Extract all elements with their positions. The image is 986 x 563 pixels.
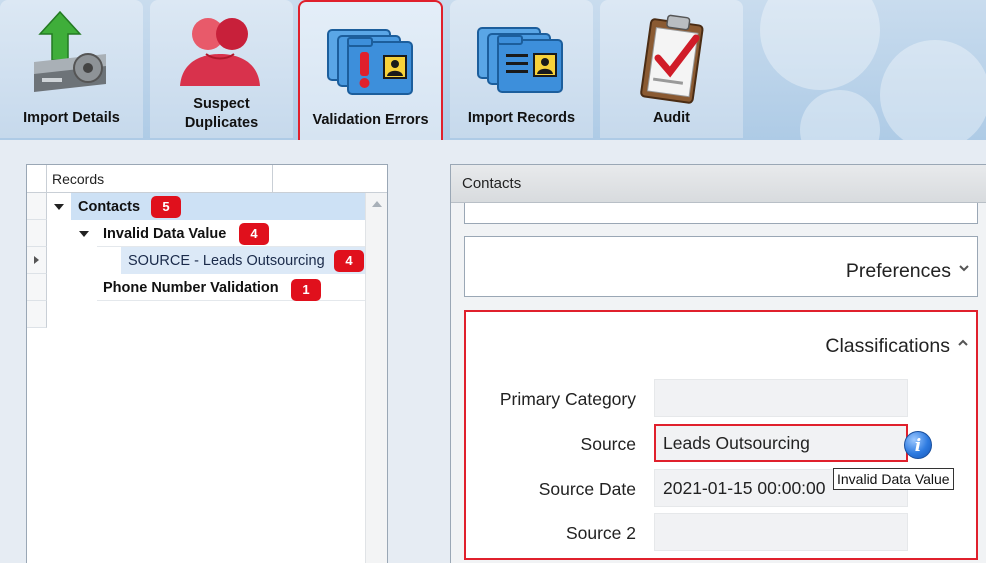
- tab-label: Validation Errors: [312, 112, 429, 128]
- background-puzzle: [880, 40, 986, 140]
- header-selector-cell: [27, 165, 47, 192]
- primary-category-field[interactable]: [654, 379, 908, 417]
- tree-row-source-leads-outsourcing[interactable]: SOURCE - Leads Outsourcing 4: [47, 247, 365, 274]
- tree-row-label: Phone Number Validation: [103, 280, 279, 296]
- tab-label: Import Records: [467, 110, 576, 126]
- classifications-title[interactable]: Classifications: [825, 335, 950, 358]
- tab-label: Audit: [652, 110, 691, 126]
- error-count-badge: 1: [291, 279, 321, 301]
- expand-chevron-icon[interactable]: [54, 204, 64, 210]
- validation-folders-icon: [327, 29, 413, 95]
- row-selector[interactable]: [27, 220, 47, 247]
- records-tree-grid: Records Contacts 5 Invalid Data Value 4 …: [26, 164, 388, 563]
- chevron-up-icon[interactable]: [957, 337, 969, 352]
- duplicate-people-icon: [180, 18, 260, 86]
- row-selector[interactable]: [27, 247, 47, 274]
- ribbon-toolbar: Import Details Suspect Duplicates Valida…: [0, 0, 986, 140]
- disk-import-icon: [34, 10, 106, 92]
- tab-import-records[interactable]: Import Records: [450, 0, 593, 138]
- tree-row-contacts[interactable]: Contacts 5: [47, 193, 365, 220]
- chevron-down-icon[interactable]: [958, 262, 970, 277]
- record-folders-icon: [477, 27, 563, 93]
- classifications-section: Classifications Primary Category Source …: [464, 310, 978, 560]
- row-selector[interactable]: [27, 193, 47, 220]
- previous-section: [464, 203, 978, 224]
- contacts-panel-header: Contacts: [451, 165, 986, 203]
- source-2-label: Source 2: [565, 523, 636, 543]
- expand-chevron-icon[interactable]: [79, 231, 89, 237]
- tab-suspect-duplicates[interactable]: Suspect Duplicates: [150, 0, 293, 138]
- tree-row-label: Invalid Data Value: [103, 226, 227, 242]
- background-puzzle: [800, 90, 880, 140]
- tab-label: Suspect Duplicates: [184, 96, 259, 131]
- current-row-arrow-icon: [34, 256, 39, 264]
- background-puzzle: [760, 0, 880, 90]
- clipboard-check-icon: [640, 14, 704, 104]
- info-icon[interactable]: i: [904, 431, 932, 459]
- row-selector[interactable]: [27, 274, 47, 301]
- tree-row-invalid-data-value[interactable]: Invalid Data Value 4: [47, 220, 365, 247]
- error-count-badge: 4: [239, 223, 269, 245]
- records-column-header[interactable]: Records: [47, 165, 273, 192]
- tab-validation-errors[interactable]: Validation Errors: [298, 0, 443, 140]
- row-selector[interactable]: [27, 301, 47, 328]
- records-header: Records: [27, 165, 387, 193]
- vertical-scrollbar[interactable]: [365, 193, 387, 563]
- tab-label: Import Details: [23, 110, 120, 126]
- tree-row-phone-number-validation[interactable]: Phone Number Validation 1: [47, 274, 365, 301]
- tab-import-details[interactable]: Import Details: [0, 0, 143, 138]
- tab-audit[interactable]: Audit: [600, 0, 743, 138]
- source-field[interactable]: Leads Outsourcing: [654, 424, 908, 462]
- contacts-panel: Contacts Preferences Classifications Pri…: [450, 164, 986, 563]
- error-count-badge: 4: [334, 250, 364, 272]
- preferences-title[interactable]: Preferences: [846, 260, 951, 283]
- validation-tooltip: Invalid Data Value: [833, 468, 954, 490]
- tree-row-label: SOURCE - Leads Outsourcing: [128, 253, 325, 269]
- tree-row-label: Contacts: [78, 199, 141, 215]
- primary-category-label: Primary Category: [499, 389, 636, 409]
- source-label: Source: [580, 434, 636, 454]
- source-date-label: Source Date: [538, 479, 636, 499]
- scroll-up-icon[interactable]: [372, 201, 382, 207]
- preferences-section[interactable]: Preferences: [464, 236, 978, 297]
- error-count-badge: 5: [151, 196, 181, 218]
- source-2-field[interactable]: [654, 513, 908, 551]
